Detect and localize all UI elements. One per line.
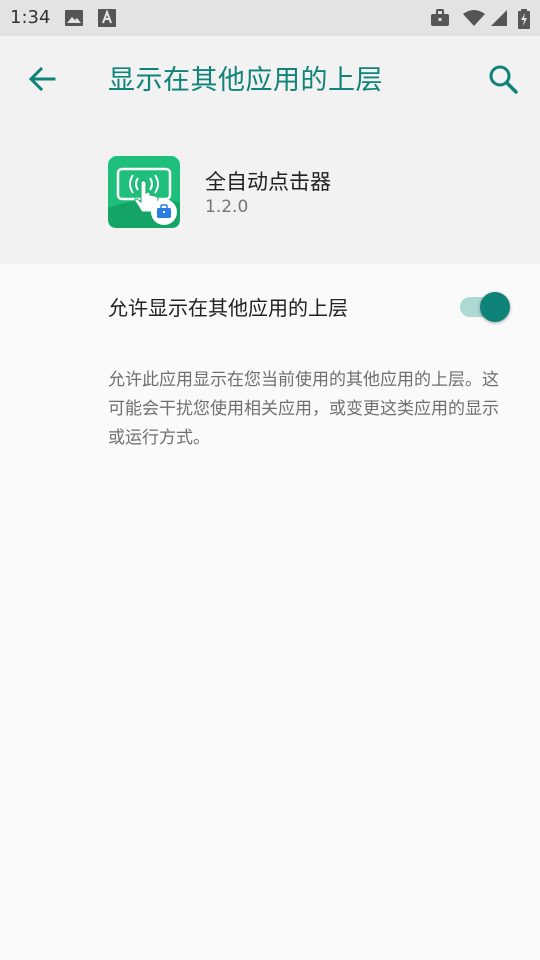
- status-time: 1:34: [10, 7, 51, 28]
- app-name: 全自动点击器: [205, 170, 331, 194]
- overlay-permission-toggle[interactable]: [458, 289, 514, 322]
- app-version: 1.2.0: [205, 197, 249, 217]
- status-bar: 1:34: [0, 0, 540, 36]
- search-icon[interactable]: [486, 62, 520, 96]
- app-bar: 显示在其他应用的上层: [0, 36, 540, 122]
- briefcase-icon: [430, 9, 450, 31]
- image-icon: [64, 9, 84, 31]
- app-header: 全自动点击器 1.2.0: [0, 122, 540, 264]
- permission-description: 允许此应用显示在您当前使用的其他应用的上层。这可能会干扰您使用相关应用，或变更这…: [108, 370, 499, 448]
- wifi-icon: [462, 9, 486, 31]
- overlay-permission-setting[interactable]: 允许显示在其他应用的上层: [0, 264, 540, 344]
- text-a-icon: [98, 9, 116, 31]
- page-title: 显示在其他应用的上层: [108, 65, 383, 96]
- tap-hand-icon: [108, 156, 180, 228]
- arrow-left-icon[interactable]: [26, 62, 60, 96]
- battery-charging-icon: [518, 9, 530, 33]
- toggle-thumb: [480, 292, 510, 322]
- signal-icon: [490, 9, 508, 31]
- setting-label: 允许显示在其他应用的上层: [108, 296, 348, 320]
